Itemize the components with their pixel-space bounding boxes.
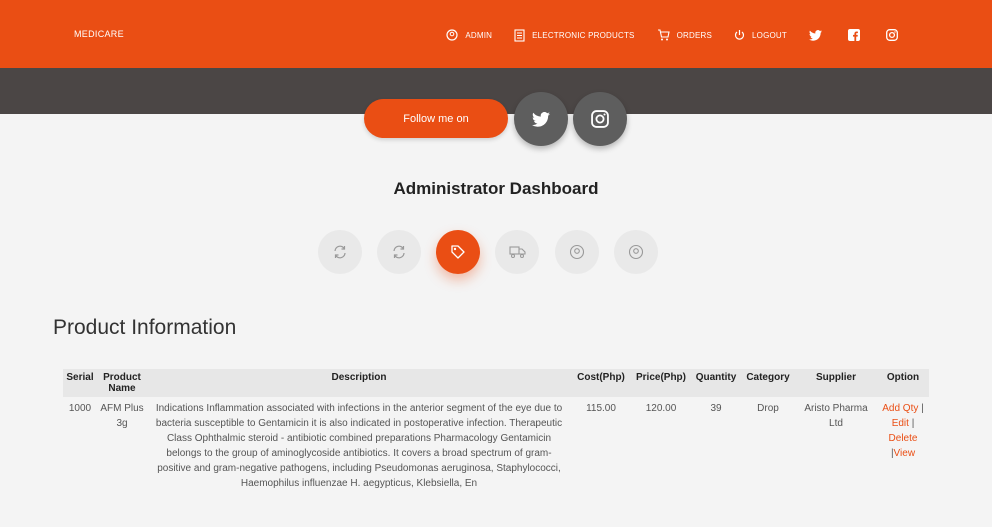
- nav-item-admin[interactable]: ADMIN: [446, 29, 492, 41]
- product-name-cell: AFM Plus 3g: [100, 403, 144, 429]
- nav-menu: ADMIN ELECTRONIC PRODUCTS ORDERS LOGOUT: [446, 24, 992, 46]
- follow-instagram-button[interactable]: [573, 92, 627, 146]
- column-header: Supplier: [815, 372, 856, 383]
- user-button-2[interactable]: [614, 230, 658, 274]
- truck-icon: [508, 246, 526, 258]
- twitter-icon: [809, 29, 822, 41]
- follow-me-button[interactable]: Follow me on: [364, 99, 508, 138]
- column-header: Quantity: [695, 372, 737, 383]
- table-header-row: Serial Product Name Description Cost(Php…: [63, 369, 929, 397]
- page-title: Administrator Dashboard: [393, 179, 599, 198]
- supplier-cell: Aristo Pharma Ltd: [804, 403, 868, 429]
- tag-icon: [451, 245, 465, 259]
- user-circle-icon: [446, 29, 458, 41]
- dashboard-action-row: [0, 230, 992, 280]
- nav-item-label: ORDERS: [676, 30, 713, 40]
- user-circle-icon: [628, 244, 644, 260]
- option-separator: |: [911, 418, 915, 429]
- refresh-button[interactable]: [318, 230, 362, 274]
- facebook-icon: [848, 29, 860, 41]
- document-list-icon: [514, 28, 525, 42]
- twitter-icon: [532, 111, 550, 127]
- power-icon: [734, 30, 745, 40]
- user-button[interactable]: [555, 230, 599, 274]
- brand-logo[interactable]: MEDICARE: [74, 29, 124, 39]
- option-separator: |: [921, 403, 924, 414]
- top-navbar: MEDICARE ADMIN ELECTRONIC PRODUCTS ORDER…: [0, 0, 992, 68]
- column-header: Category: [746, 372, 790, 383]
- nav-item-logout[interactable]: LOGOUT: [734, 29, 787, 41]
- cart-icon: [657, 29, 670, 41]
- products-tag-button[interactable]: [436, 230, 480, 274]
- table-row: 1000 AFM Plus 3g Indications Inflammatio…: [63, 397, 929, 495]
- follow-twitter-button[interactable]: [514, 92, 568, 146]
- delivery-button[interactable]: [495, 230, 539, 274]
- nav-item-electronic-products[interactable]: ELECTRONIC PRODUCTS: [514, 28, 635, 42]
- product-table: Serial Product Name Description Cost(Php…: [63, 369, 929, 495]
- column-header: Cost(Php): [577, 372, 625, 383]
- cost-cell: 115.00: [586, 403, 616, 414]
- price-cell: 120.00: [645, 403, 677, 414]
- section-title: Product Information: [53, 316, 237, 339]
- view-link[interactable]: View: [894, 448, 916, 459]
- category-cell: Drop: [757, 403, 779, 414]
- option-cell: Add Qty | Edit | Delete |View: [877, 397, 929, 495]
- refresh-icon: [334, 245, 346, 259]
- nav-twitter-link[interactable]: [809, 29, 822, 41]
- delete-link[interactable]: Delete: [889, 433, 918, 444]
- refresh-icon: [393, 245, 405, 259]
- nav-item-label: ADMIN: [465, 30, 493, 40]
- nav-item-orders[interactable]: ORDERS: [657, 29, 712, 41]
- quantity-cell: 39: [710, 403, 722, 414]
- serial-cell: 1000: [68, 403, 92, 414]
- description-cell: Indications Inflammation associated with…: [155, 403, 563, 489]
- nav-instagram-link[interactable]: [886, 29, 898, 41]
- instagram-icon: [591, 110, 609, 128]
- refresh-button-2[interactable]: [377, 230, 421, 274]
- nav-item-label: ELECTRONIC PRODUCTS: [532, 30, 635, 40]
- nav-item-label: LOGOUT: [752, 30, 787, 40]
- instagram-icon: [886, 29, 898, 41]
- column-header: Serial: [66, 372, 94, 383]
- column-header: Price(Php): [635, 372, 686, 383]
- user-circle-icon: [569, 244, 585, 260]
- nav-facebook-link[interactable]: [848, 29, 860, 41]
- column-header: Option: [886, 372, 920, 383]
- column-header: Description: [331, 372, 387, 383]
- add-qty-link[interactable]: Add Qty: [882, 403, 918, 414]
- column-header: Product Name: [103, 372, 141, 394]
- edit-link[interactable]: Edit: [892, 418, 909, 429]
